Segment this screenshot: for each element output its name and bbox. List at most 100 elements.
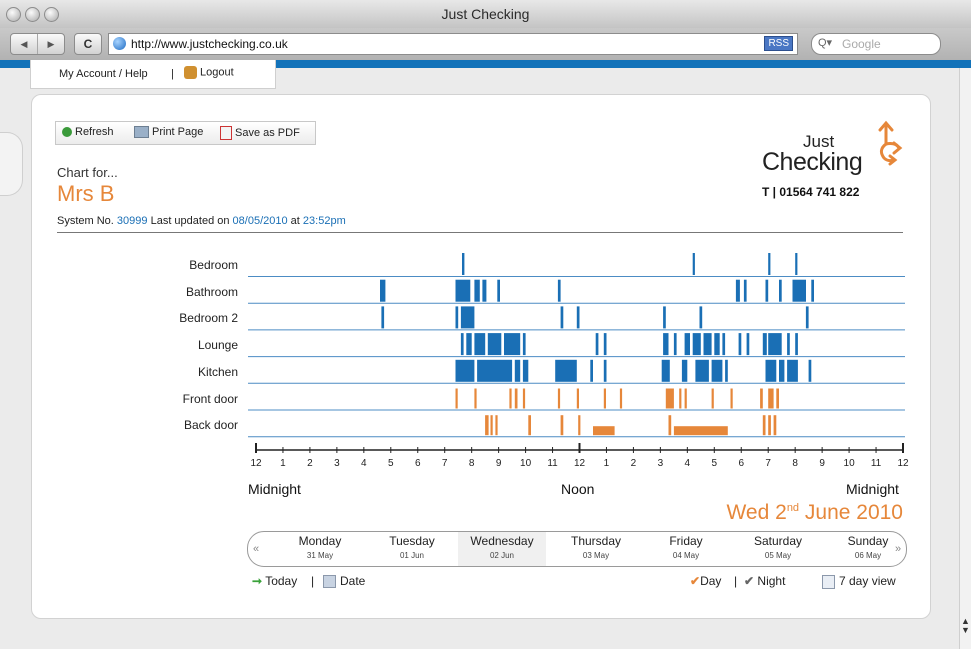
- sensor-event-bar: [482, 279, 487, 302]
- day-tab-tuesday[interactable]: Tuesday 01 Jun: [368, 532, 456, 566]
- sensor-event-bar: [555, 359, 577, 382]
- pdf-label: Save as PDF: [235, 126, 300, 139]
- sensor-event-bar: [495, 415, 498, 436]
- hour-tick-label: 5: [388, 458, 394, 469]
- footer-separator-2: |: [734, 574, 738, 588]
- logout-label: Logout: [200, 66, 234, 79]
- day-name: Tuesday: [389, 534, 435, 548]
- sensor-label: Back door: [183, 418, 238, 433]
- today-label: Today: [265, 574, 298, 588]
- sensor-event-bar: [805, 306, 809, 329]
- scroll-arrows-icon[interactable]: ▲ ▼: [961, 617, 970, 635]
- sensor-event-bar: [743, 279, 747, 302]
- printer-icon: [134, 126, 149, 139]
- night-toggle[interactable]: ✔ Night: [744, 574, 785, 588]
- midnight-right-label: Midnight: [846, 481, 899, 497]
- day-name: Monday: [298, 534, 342, 548]
- sensor-event-bar: [522, 333, 526, 356]
- day-tab-thursday[interactable]: Thursday 03 May: [552, 532, 640, 566]
- sensor-event-bar: [474, 279, 480, 302]
- updated-time: 23:52pm: [302, 215, 346, 227]
- sensor-event-bar: [474, 388, 477, 409]
- sensor-event-bar: [381, 306, 385, 329]
- search-placeholder: Google: [842, 37, 881, 51]
- forward-arrow-icon: ▶: [47, 39, 55, 49]
- window-title: Just Checking: [441, 6, 530, 22]
- day-name: Saturday: [753, 534, 803, 548]
- logout-link[interactable]: Logout: [184, 66, 234, 79]
- updated-at: at: [290, 215, 300, 227]
- save-pdf-button[interactable]: Save as PDF: [220, 126, 300, 140]
- url-text[interactable]: http://www.justchecking.co.uk: [131, 37, 288, 51]
- forward-button[interactable]: ▶: [38, 34, 64, 54]
- day-tab-friday[interactable]: Friday 04 May: [642, 532, 730, 566]
- hour-tick-label: 7: [765, 458, 771, 469]
- sensor-event-bar: [692, 253, 695, 275]
- sensor-event-bar: [768, 415, 771, 436]
- date-link[interactable]: Date: [323, 574, 365, 589]
- hour-tick-label: 12: [897, 458, 909, 469]
- vertical-scrollbar[interactable]: [959, 68, 971, 649]
- today-link[interactable]: ➞ Today: [252, 574, 297, 588]
- sensor-event-bar: [455, 306, 459, 329]
- sensor-event-bar: [673, 333, 677, 356]
- chart-for-label: Chart for...: [57, 165, 118, 180]
- seven-day-view-link[interactable]: 7 day view: [822, 574, 896, 589]
- sensor-event-bar: [773, 415, 777, 436]
- my-account-help-link[interactable]: My Account / Help: [59, 68, 148, 80]
- next-week-button[interactable]: »: [890, 532, 906, 566]
- refresh-label: Refresh: [75, 126, 114, 138]
- logo-line2: Checking: [762, 148, 863, 176]
- sensor-event-bar: [684, 333, 690, 356]
- day-tab-monday[interactable]: Monday 31 May: [276, 532, 364, 566]
- sensor-event-bar: [808, 359, 812, 382]
- system-number: 30999: [116, 215, 148, 227]
- logo-arrows-icon: [878, 120, 903, 166]
- address-bar[interactable]: http://www.justchecking.co.uk RSS: [108, 33, 798, 55]
- back-button[interactable]: ◀: [11, 34, 38, 54]
- hour-tick-label: 4: [361, 458, 367, 469]
- reload-button[interactable]: C: [74, 33, 102, 55]
- sensor-event-bar: [695, 359, 709, 382]
- sensor-event-bar: [455, 388, 458, 409]
- seven-day-label: 7 day view: [839, 574, 896, 588]
- hour-tick-label: 1: [280, 458, 286, 469]
- sensor-event-bar: [560, 306, 564, 329]
- day-label: Day: [700, 574, 722, 588]
- day-tab-saturday[interactable]: Saturday 05 May: [734, 532, 822, 566]
- side-tab[interactable]: [0, 132, 23, 196]
- noon-label: Noon: [561, 481, 595, 497]
- globe-icon: [113, 37, 126, 50]
- sensor-event-bar: [668, 415, 672, 436]
- green-arrow-icon: ➞: [252, 574, 263, 588]
- hour-tick-label: 12: [573, 458, 586, 469]
- sensor-event-bar: [663, 333, 669, 356]
- sensor-event-bar: [595, 333, 599, 356]
- prev-week-button[interactable]: «: [248, 532, 264, 566]
- sensor-event-bar: [557, 279, 561, 302]
- sensor-event-bar: [576, 388, 579, 409]
- sensor-event-bar: [522, 388, 526, 409]
- sensor-event-bar: [768, 333, 782, 356]
- sensor-event-bar: [746, 333, 750, 356]
- updated-date: 08/05/2010: [232, 215, 288, 227]
- hour-tick-label: 10: [520, 458, 532, 469]
- hour-tick-label: 7: [441, 458, 448, 469]
- person-name: Mrs B: [57, 181, 115, 206]
- sensor-event-bar: [735, 279, 740, 302]
- sensor-event-bar: [462, 253, 465, 275]
- day-check-icon: ✔: [690, 574, 701, 588]
- refresh-icon: [62, 127, 72, 138]
- day-tab-wednesday[interactable]: Wednesday 02 Jun: [458, 532, 546, 566]
- print-label: Print Page: [152, 126, 204, 138]
- search-field[interactable]: Q▾ Google: [811, 33, 941, 55]
- refresh-button[interactable]: Refresh: [62, 126, 114, 138]
- rss-button[interactable]: RSS: [764, 36, 793, 51]
- sensor-event-bar: [661, 359, 670, 382]
- print-page-button[interactable]: Print Page: [134, 126, 204, 139]
- day-toggle[interactable]: ✔Day: [690, 574, 721, 588]
- phone-number: T | 01564 741 822: [762, 185, 860, 199]
- day-date: 01 Jun: [399, 551, 425, 560]
- sensor-label: Lounge: [197, 338, 238, 353]
- window-titlebar: Just Checking: [0, 0, 971, 29]
